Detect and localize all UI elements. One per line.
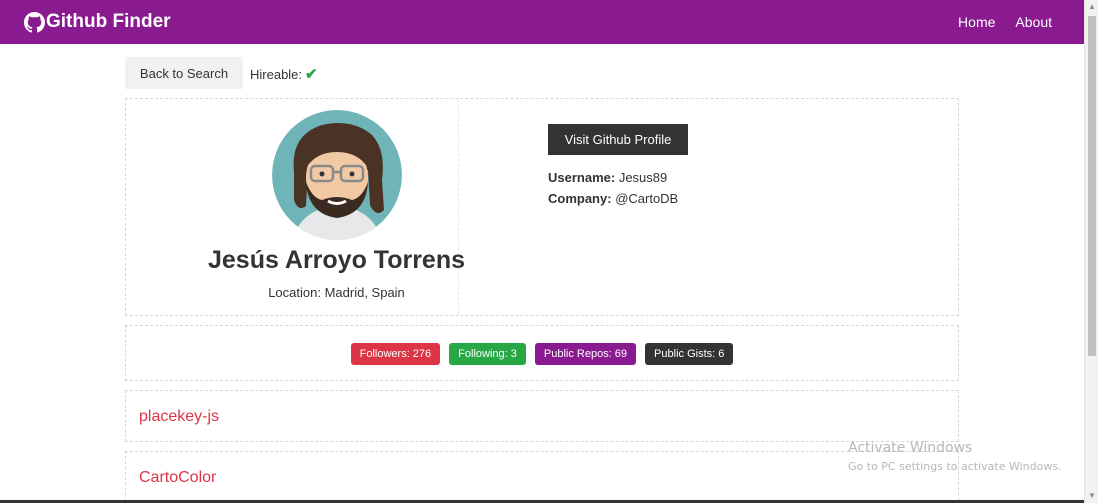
repo-link[interactable]: CartoColor xyxy=(139,469,216,487)
stats-card: Followers: 276 Following: 3 Public Repos… xyxy=(125,325,959,381)
scroll-down-arrow-icon[interactable]: ▼ xyxy=(1085,489,1098,503)
navbar: Github Finder Home About xyxy=(0,0,1084,44)
username-row: Username: Jesus89 xyxy=(548,170,667,185)
company-value: @CartoDB xyxy=(615,191,679,206)
followers-badge: Followers: 276 xyxy=(350,343,441,365)
activate-windows-watermark: Activate Windows Go to PC settings to ac… xyxy=(848,440,1062,473)
public-repos-badge: Public Repos: 69 xyxy=(534,343,637,365)
github-icon xyxy=(24,11,45,32)
repo-item: CartoColor xyxy=(125,451,959,503)
username-value: Jesus89 xyxy=(618,170,668,185)
nav-about-link[interactable]: About xyxy=(1015,14,1052,30)
company-label: Company: xyxy=(548,191,612,206)
hireable-status: Hireable: ✔ xyxy=(250,65,318,83)
avatar xyxy=(272,110,402,240)
brand-label: Github Finder xyxy=(46,11,171,32)
scroll-thumb[interactable] xyxy=(1088,16,1096,356)
stats-badges: Followers: 276 Following: 3 Public Repos… xyxy=(126,343,958,365)
back-to-search-button[interactable]: Back to Search xyxy=(125,57,243,89)
nav-links: Home About xyxy=(958,14,1052,30)
check-icon: ✔ xyxy=(305,66,318,83)
hireable-label: Hireable: xyxy=(250,66,303,82)
page-scrollbar[interactable]: ▲ ▼ xyxy=(1084,0,1098,503)
watermark-title: Activate Windows xyxy=(848,440,973,456)
brand[interactable]: Github Finder xyxy=(24,11,171,33)
avatar-image xyxy=(272,110,402,240)
public-gists-badge: Public Gists: 6 xyxy=(645,343,734,365)
column-divider xyxy=(458,99,459,315)
username-label: Username: xyxy=(548,170,616,185)
scroll-up-arrow-icon[interactable]: ▲ xyxy=(1085,0,1098,14)
nav-home-link[interactable]: Home xyxy=(958,14,995,30)
repo-item: placekey-js xyxy=(125,390,959,442)
company-row: Company: @CartoDB xyxy=(548,191,678,206)
user-name: Jesús Arroyo Torrens xyxy=(207,246,466,274)
visit-github-profile-button[interactable]: Visit Github Profile xyxy=(548,124,688,155)
repo-link[interactable]: placekey-js xyxy=(139,408,219,426)
following-badge: Following: 3 xyxy=(449,343,526,365)
profile-card: Jesús Arroyo Torrens Location: Madrid, S… xyxy=(125,98,959,316)
user-location: Location: Madrid, Spain xyxy=(268,285,405,300)
watermark-subtitle: Go to PC settings to activate Windows. xyxy=(848,460,1062,473)
